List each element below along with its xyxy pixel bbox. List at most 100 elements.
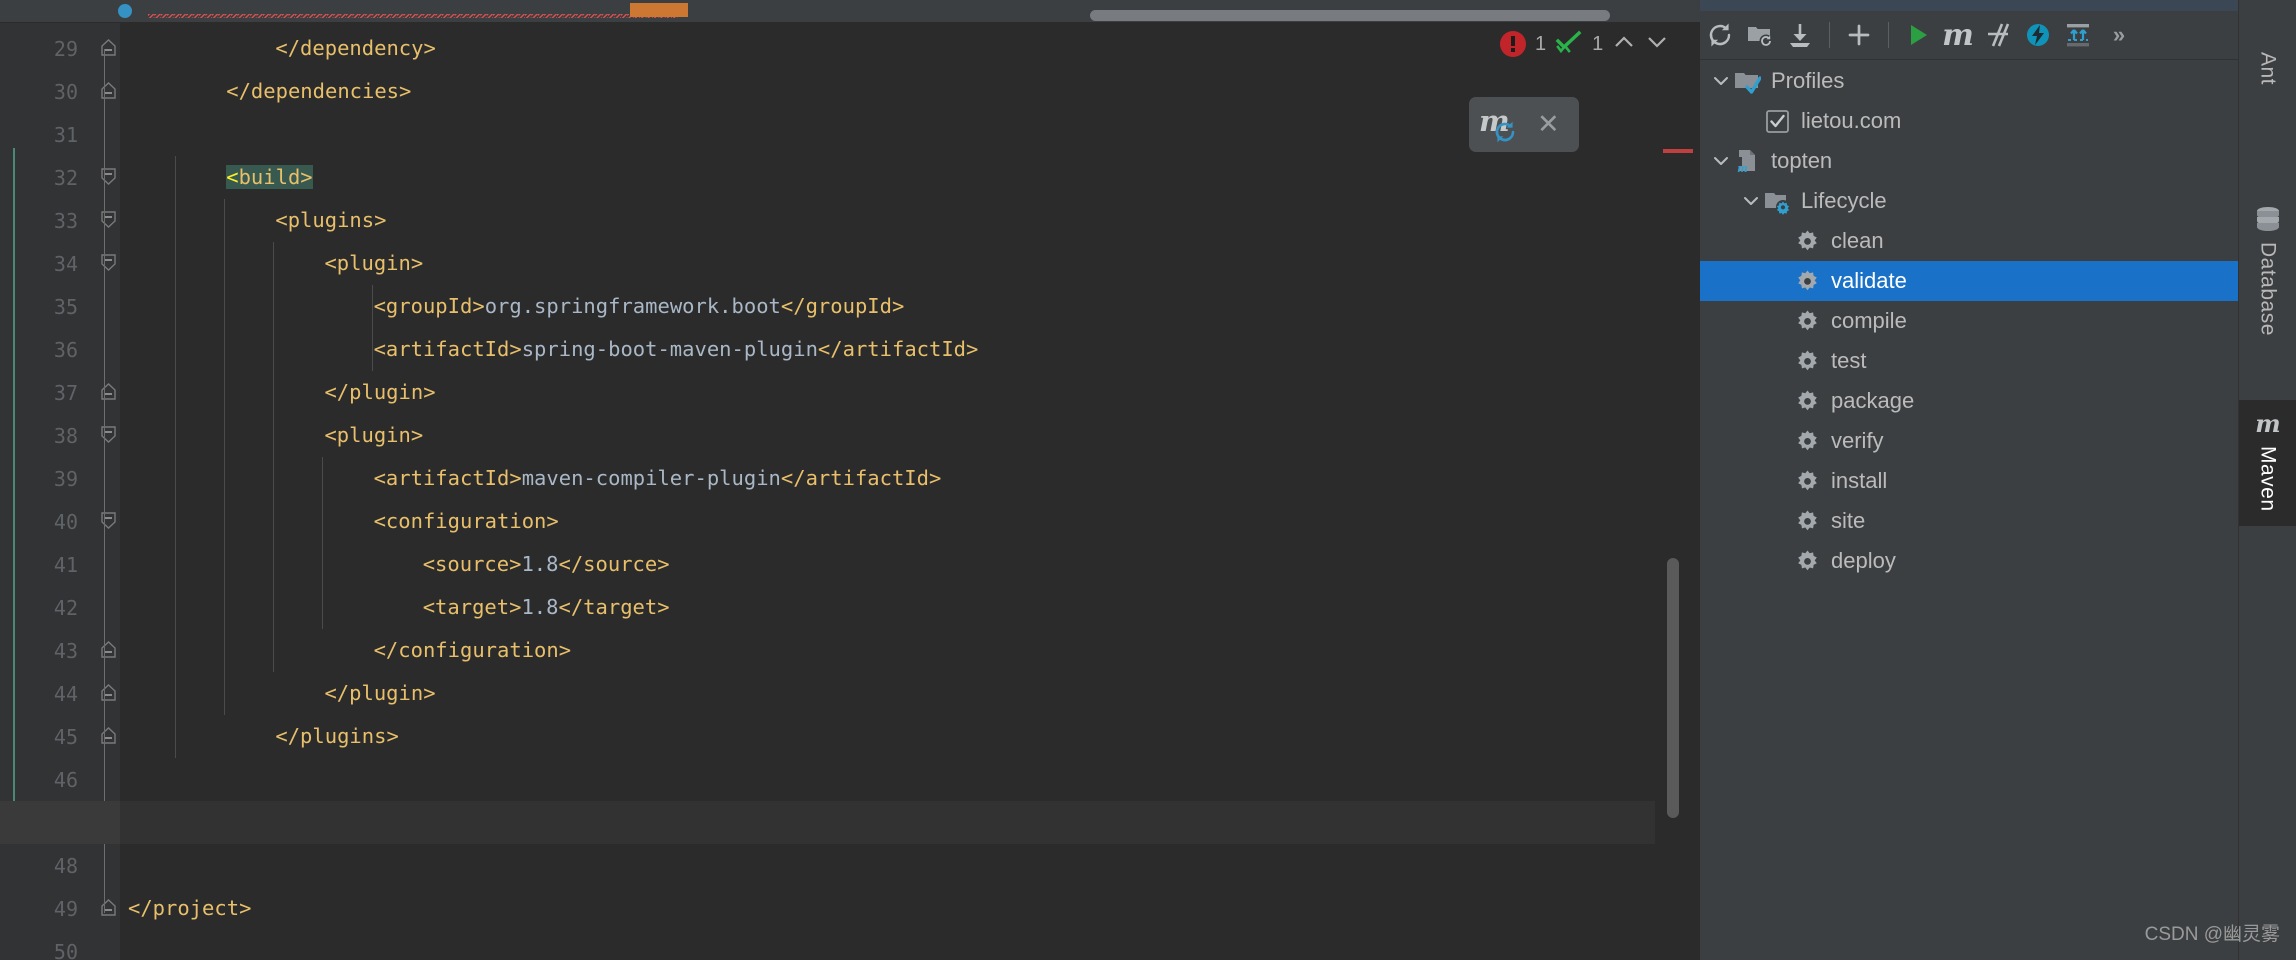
toggle-skip-tests-icon[interactable] [1978,15,2018,55]
goal-gear-icon [1794,508,1821,535]
generate-sources-and-update-folders-icon[interactable] [1740,15,1780,55]
code-line[interactable]: </project> [128,896,251,920]
editor-body: 2930313233343536373839404142434445464748… [0,23,1700,960]
error-stripe-marker[interactable] [1663,149,1693,153]
code-token: <artifactId> [373,337,522,361]
code-line[interactable]: <configuration> [374,509,559,533]
maven-reload-icon[interactable]: m [1479,104,1527,145]
inspection-check-icon[interactable] [1555,30,1583,59]
code-token: <target> [422,595,522,619]
run-maven-build-icon[interactable] [1898,15,1938,55]
maven-tree-item-deploy[interactable]: deploy [1700,541,2238,581]
maven-toolbar: m» [1700,11,2238,60]
chevron-down-icon[interactable] [1645,32,1669,57]
code-line[interactable]: </plugins> [275,724,398,748]
goal-gear-icon [1794,468,1821,495]
code-line[interactable]: <source>1.8</source> [423,552,670,576]
tree-twisty-spacer [1768,428,1794,454]
maven-tree-item-install[interactable]: install [1700,461,2238,501]
fold-expand-icon[interactable] [100,168,117,185]
toggle-offline-mode-icon[interactable] [2018,15,2058,55]
fold-collapse-icon[interactable] [100,39,117,56]
fold-collapse-icon[interactable] [100,383,117,400]
vertical-scrollbar-thumb[interactable] [1667,558,1679,818]
current-line-highlight [120,801,1700,844]
inspection-count: 1 [1592,32,1604,55]
code-token: <artifactId> [373,466,522,490]
maven-tree-item-test[interactable]: test [1700,341,2238,381]
chevron-down-icon[interactable] [1738,188,1764,214]
maven-module-icon: m [1734,148,1761,175]
code-line[interactable]: <plugin> [324,423,423,447]
download-sources-and-documentation-icon[interactable] [1780,15,1820,55]
line-number: 42 [53,595,78,620]
chevron-down-icon[interactable] [1708,68,1734,94]
stripe-tab-ant[interactable]: Ant [2239,6,2296,104]
maven-tree-item-label: clean [1831,228,1884,253]
code-line[interactable]: <target>1.8</target> [423,595,670,619]
maven-reload-popup[interactable]: m ✕ [1469,97,1579,152]
error-circle-icon[interactable] [1500,31,1526,57]
maven-tree-item-site[interactable]: site [1700,501,2238,541]
profiles-folder-icon [1734,68,1761,95]
line-number: 37 [53,380,78,405]
maven-tree-item-package[interactable]: package [1700,381,2238,421]
maven-tree-item-topten[interactable]: m topten [1700,141,2238,181]
code-token: <plugin> [324,423,424,447]
code-line[interactable]: <plugin> [324,251,423,275]
stripe-tab-label: Ant [2256,52,2280,86]
fold-expand-icon[interactable] [100,211,117,228]
goal-gear-icon [1794,348,1821,375]
fold-expand-icon[interactable] [100,254,117,271]
tree-twisty-spacer [1768,468,1794,494]
code-line[interactable]: <artifactId>maven-compiler-plugin</artif… [374,466,942,490]
code-token: <source> [422,552,522,576]
maven-tree-item-verify[interactable]: verify [1700,421,2238,461]
execute-maven-goal-icon[interactable]: m [1938,15,1978,55]
code-line[interactable]: </dependency> [275,36,435,60]
fold-collapse-icon[interactable] [100,641,117,658]
fold-collapse-icon[interactable] [100,684,117,701]
stripe-tab-database[interactable]: Database [2239,196,2296,364]
chevron-down-icon[interactable] [1708,148,1734,174]
checkbox-checked-icon [1764,108,1791,135]
code-line[interactable]: <plugins> [275,208,386,232]
fold-collapse-icon[interactable] [100,727,117,744]
line-number: 36 [53,337,78,362]
reload-all-maven-projects-icon[interactable] [1700,15,1740,55]
horizontal-scrollbar-thumb[interactable] [1090,10,1610,21]
maven-tree-item-profiles[interactable]: Profiles [1700,61,2238,101]
goal-gear-icon [1794,388,1821,415]
maven-tree-item-lifecycle[interactable]: Lifecycle [1700,181,2238,221]
maven-projects-tree[interactable]: Profiles lietou.com m topten Lifecycle clean v… [1700,61,2238,960]
goal-gear-icon [1794,308,1821,335]
code-line[interactable]: </plugin> [324,380,435,404]
inspection-gutter[interactable] [1655,23,1700,960]
maven-tree-item-label: topten [1771,148,1833,173]
fold-expand-icon[interactable] [100,512,117,529]
maven-tree-item-validate[interactable]: validate [1700,261,2238,301]
code-line[interactable]: <groupId>org.springframework.boot</group… [374,294,905,318]
maven-tree-item-clean[interactable]: clean [1700,221,2238,261]
line-number: 33 [53,208,78,233]
code-line[interactable]: </plugin> [324,681,435,705]
indent-guide [175,156,177,758]
chevron-up-icon[interactable] [1612,32,1636,57]
expand-collapse-icon[interactable] [2058,15,2098,55]
close-icon[interactable]: ✕ [1537,111,1560,138]
fold-collapse-icon[interactable] [100,899,117,916]
fold-expand-icon[interactable] [100,426,117,443]
add-maven-project-icon[interactable] [1839,15,1879,55]
fold-collapse-icon[interactable] [100,82,117,99]
code-token: org.springframework.boot [484,294,781,318]
code-line[interactable]: </dependencies> [226,79,411,103]
code-line[interactable]: <artifactId>spring-boot-maven-plugin</ar… [374,337,979,361]
code-line[interactable]: <build> [226,165,313,189]
indent-guide [273,242,275,672]
code-token: </plugin> [324,681,436,705]
code-line[interactable]: </configuration> [374,638,571,662]
maven-tree-item-compile[interactable]: compile [1700,301,2238,341]
stripe-tab-maven[interactable]: m Maven [2239,400,2296,526]
more-actions-icon[interactable]: » [2098,15,2138,55]
maven-tree-item-lietou-com[interactable]: lietou.com [1700,101,2238,141]
